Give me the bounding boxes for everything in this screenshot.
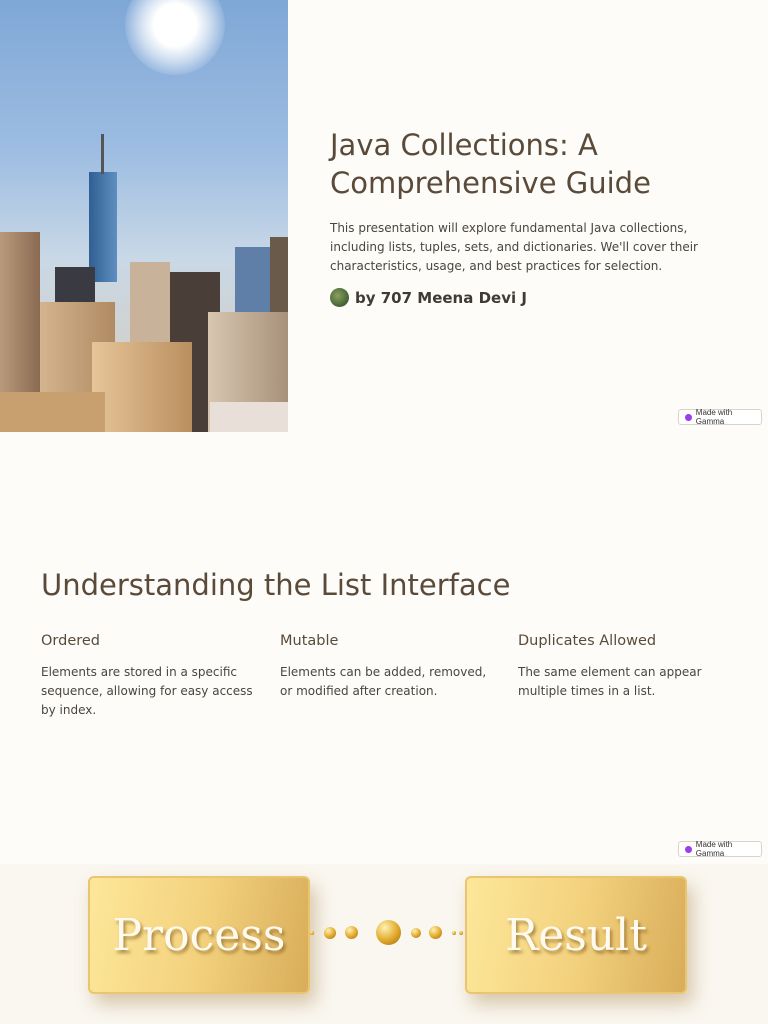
bead <box>411 928 421 938</box>
title-slide: Java Collections: A Comprehensive Guide … <box>0 0 768 432</box>
building <box>92 342 192 432</box>
list-interface-title: Understanding the List Interface <box>41 568 511 602</box>
made-with-gamma-badge[interactable]: Made with Gamma <box>678 840 762 858</box>
bead <box>459 931 463 935</box>
feature-text: Elements can be added, removed, or modif… <box>280 665 487 698</box>
avatar <box>330 288 349 307</box>
building <box>210 402 288 432</box>
feature-duplicates: Duplicates Allowed The same element can … <box>518 633 733 701</box>
gamma-logo-icon <box>685 845 692 853</box>
author-byline: by 707 Meena Devi J <box>330 288 527 307</box>
bead <box>310 931 314 935</box>
feature-ordered: Ordered Elements are stored in a specifi… <box>41 633 256 720</box>
author-name: by 707 Meena Devi J <box>355 288 527 307</box>
process-result-image: Process Result <box>0 864 768 1024</box>
presentation-description: This presentation will explore fundament… <box>330 221 698 273</box>
feature-heading: Ordered <box>41 633 101 649</box>
tower <box>89 172 117 282</box>
feature-text: Elements are stored in a specific sequen… <box>41 665 253 717</box>
feature-heading: Duplicates Allowed <box>518 633 657 649</box>
result-box: Result <box>465 876 687 994</box>
feature-mutable: Mutable Elements can be added, removed, … <box>280 633 495 701</box>
building <box>0 392 105 432</box>
process-box: Process <box>88 876 310 994</box>
badge-label: Made with Gamma <box>695 408 733 426</box>
bead <box>452 931 456 935</box>
bead <box>324 927 336 939</box>
gamma-logo-icon <box>685 413 692 421</box>
spire <box>101 134 104 174</box>
bead <box>429 926 442 939</box>
feature-text: The same element can appear multiple tim… <box>518 665 702 698</box>
feature-heading: Mutable <box>280 633 339 649</box>
presentation-title: Java Collections: A Comprehensive Guide <box>330 128 651 200</box>
badge-label: Made with Gamma <box>695 840 733 858</box>
bead <box>376 920 401 945</box>
bead <box>345 926 358 939</box>
city-skyline-image <box>0 0 288 432</box>
made-with-gamma-badge[interactable]: Made with Gamma <box>678 408 762 426</box>
sun <box>125 0 225 75</box>
